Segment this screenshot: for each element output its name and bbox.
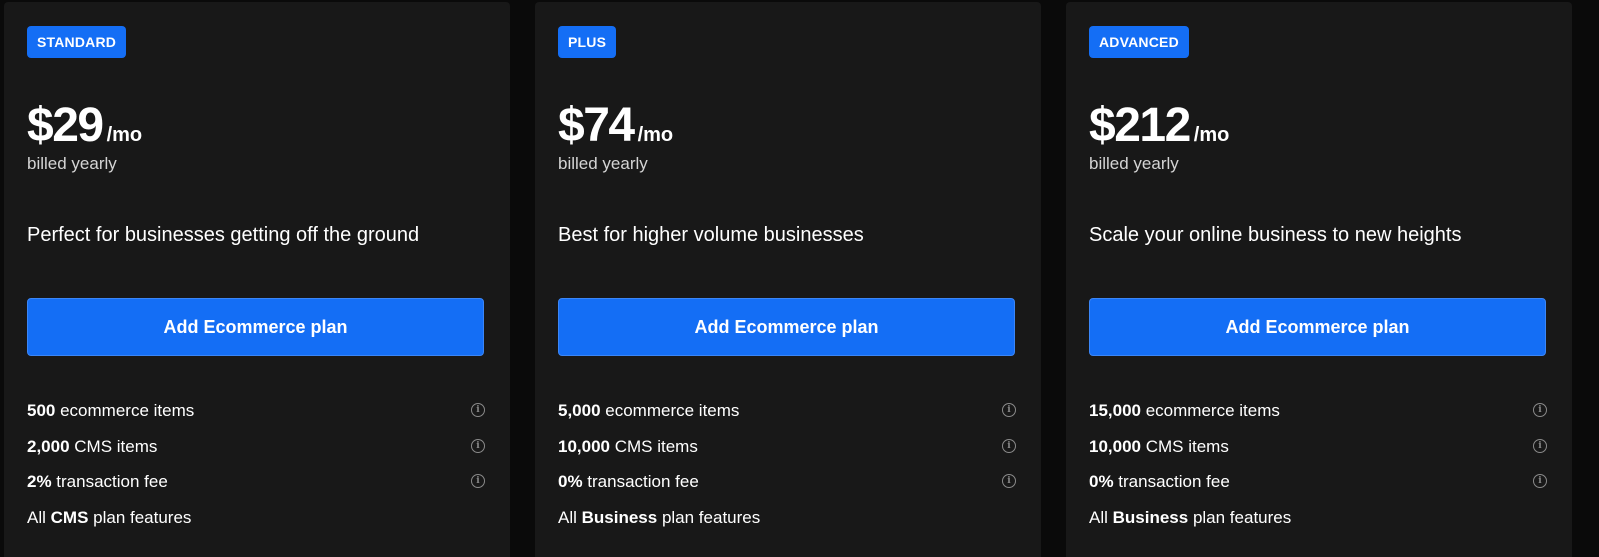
- feature-label: transaction fee: [51, 472, 168, 491]
- feature-cms-items: 10,000 CMS items i: [1089, 434, 1551, 470]
- info-icon[interactable]: i: [1002, 438, 1016, 453]
- feature-value: 5,000: [558, 401, 601, 420]
- info-icon[interactable]: i: [1533, 474, 1547, 488]
- info-icon[interactable]: i: [1002, 474, 1016, 488]
- price-period: /mo: [637, 124, 674, 146]
- feature-label: CMS items: [69, 436, 158, 456]
- feature-value: 0%: [1089, 472, 1114, 491]
- feature-value: 10,000: [558, 436, 610, 456]
- feature-plan-features: All CMS plan features: [27, 505, 489, 541]
- price-row: $74 /mo: [558, 100, 673, 152]
- feature-list: 500 ecommerce items i 2,000 CMS items i …: [27, 398, 489, 540]
- plan-price: $74: [558, 99, 635, 152]
- feature-cms-items: 2,000 CMS items i: [27, 434, 489, 470]
- add-ecommerce-plan-button[interactable]: Add Ecommerce plan: [558, 298, 1015, 356]
- plan-tagline: Scale your online business to new height…: [1089, 224, 1462, 246]
- feature-plan-features: All Business plan features: [1089, 505, 1551, 541]
- feature-transaction-fee: 2% transaction fee i: [27, 469, 489, 505]
- price-period: /mo: [1193, 124, 1230, 146]
- info-icon[interactable]: i: [1533, 438, 1547, 453]
- feature-list: 5,000 ecommerce items i 10,000 CMS items…: [558, 398, 1020, 540]
- feature-plan-features: All Business plan features: [558, 505, 1020, 541]
- price-row: $212 /mo: [1089, 100, 1229, 152]
- info-icon[interactable]: i: [471, 474, 485, 488]
- add-ecommerce-plan-button[interactable]: Add Ecommerce plan: [27, 298, 484, 356]
- pricing-cards: STANDARD $29 /mo billed yearly Perfect f…: [0, 0, 1599, 557]
- feature-transaction-fee: 0% transaction fee i: [1089, 469, 1551, 505]
- plan-card-plus: PLUS $74 /mo billed yearly Best for high…: [535, 2, 1041, 557]
- plan-badge: PLUS: [558, 26, 617, 58]
- price-row: $29 /mo: [27, 100, 142, 152]
- plan-card-standard: STANDARD $29 /mo billed yearly Perfect f…: [4, 2, 510, 557]
- feature-label: plan features: [657, 507, 761, 527]
- billing-note: billed yearly: [27, 154, 117, 173]
- feature-label: plan features: [88, 507, 192, 527]
- add-ecommerce-plan-button[interactable]: Add Ecommerce plan: [1089, 298, 1546, 356]
- feature-label: ecommerce items: [1141, 401, 1280, 420]
- plan-tagline: Perfect for businesses getting off the g…: [27, 224, 420, 246]
- feature-value: 2%: [27, 472, 52, 491]
- feature-label: transaction fee: [582, 472, 699, 491]
- feature-value: 0%: [558, 472, 583, 491]
- info-icon[interactable]: i: [471, 438, 485, 453]
- feature-ecommerce-items: 15,000 ecommerce items i: [1089, 398, 1551, 434]
- info-icon[interactable]: i: [1002, 403, 1016, 417]
- feature-label: CMS items: [1141, 436, 1229, 456]
- feature-label: ecommerce items: [600, 401, 740, 420]
- billing-note: billed yearly: [1089, 154, 1179, 173]
- info-icon[interactable]: i: [471, 403, 485, 417]
- feature-prefix: All: [558, 507, 582, 527]
- plan-badge: STANDARD: [27, 26, 127, 58]
- feature-value: 10,000: [1089, 436, 1141, 456]
- feature-value: 15,000: [1089, 401, 1141, 420]
- feature-ecommerce-items: 5,000 ecommerce items i: [558, 398, 1020, 434]
- billing-note: billed yearly: [558, 154, 648, 173]
- feature-label: CMS items: [610, 436, 698, 456]
- feature-ecommerce-items: 500 ecommerce items i: [27, 398, 489, 434]
- feature-prefix: All: [27, 507, 51, 527]
- plan-tagline: Best for higher volume businesses: [558, 224, 864, 246]
- plan-badge: ADVANCED: [1089, 26, 1189, 58]
- feature-value: Business: [1112, 507, 1189, 527]
- feature-prefix: All: [1089, 507, 1113, 527]
- feature-value: 2,000: [27, 436, 70, 456]
- feature-list: 15,000 ecommerce items i 10,000 CMS item…: [1089, 398, 1551, 540]
- price-period: /mo: [106, 124, 143, 146]
- feature-label: plan features: [1188, 507, 1292, 527]
- plan-card-advanced: ADVANCED $212 /mo billed yearly Scale yo…: [1066, 2, 1572, 557]
- info-icon[interactable]: i: [1533, 403, 1547, 417]
- feature-value: 500: [27, 401, 56, 420]
- feature-label: transaction fee: [1113, 472, 1230, 491]
- feature-value: CMS: [50, 507, 89, 527]
- feature-transaction-fee: 0% transaction fee i: [558, 469, 1020, 505]
- feature-value: Business: [581, 507, 658, 527]
- feature-cms-items: 10,000 CMS items i: [558, 434, 1020, 470]
- feature-label: ecommerce items: [55, 401, 195, 420]
- plan-price: $29: [27, 99, 104, 152]
- plan-price: $212: [1089, 99, 1191, 152]
